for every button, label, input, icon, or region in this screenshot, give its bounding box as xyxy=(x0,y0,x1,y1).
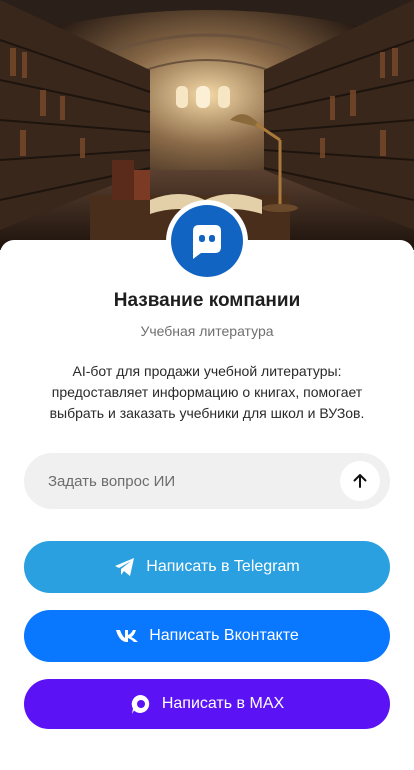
telegram-button[interactable]: Написать в Telegram xyxy=(24,541,390,593)
chat-bot-icon xyxy=(171,205,243,277)
arrow-up-icon xyxy=(351,472,369,490)
company-name: Название компании xyxy=(113,290,301,311)
vk-button-label: Написать Вконтакте xyxy=(149,627,299,644)
company-description: AI-бот для продажи учебной литературы: п… xyxy=(49,363,365,421)
send-button[interactable] xyxy=(340,461,380,501)
avatar xyxy=(166,200,248,282)
max-button-label: Написать в MAX xyxy=(161,695,285,712)
ask-ai-input[interactable] xyxy=(48,453,348,509)
telegram-icon xyxy=(114,557,136,577)
vk-button[interactable]: Написать Вконтакте xyxy=(24,610,390,662)
max-icon xyxy=(130,693,152,715)
company-category: Учебная литература xyxy=(140,323,274,339)
max-button[interactable]: Написать в MAX xyxy=(24,679,390,729)
vk-icon xyxy=(115,629,139,643)
telegram-button-label: Написать в Telegram xyxy=(146,558,300,575)
ask-ai-bar xyxy=(24,453,390,509)
